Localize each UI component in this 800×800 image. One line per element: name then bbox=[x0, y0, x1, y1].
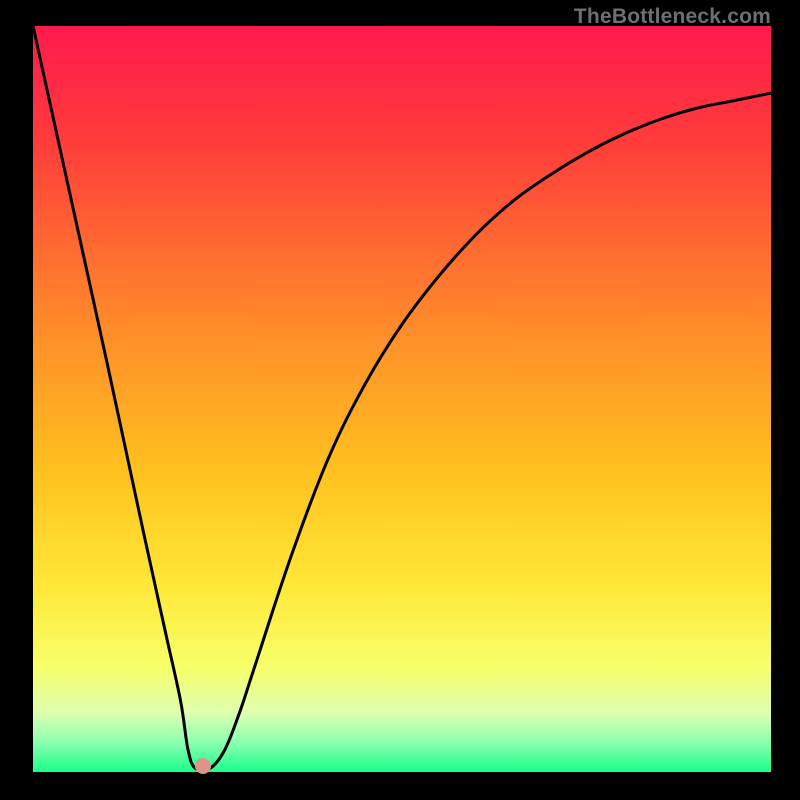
watermark-text: TheBottleneck.com bbox=[574, 5, 771, 29]
curve-layer bbox=[33, 26, 771, 772]
chart-container: TheBottleneck.com bbox=[0, 0, 800, 800]
optimal-point-marker bbox=[195, 758, 211, 774]
plot-area bbox=[33, 26, 771, 772]
bottleneck-curve bbox=[33, 26, 771, 771]
